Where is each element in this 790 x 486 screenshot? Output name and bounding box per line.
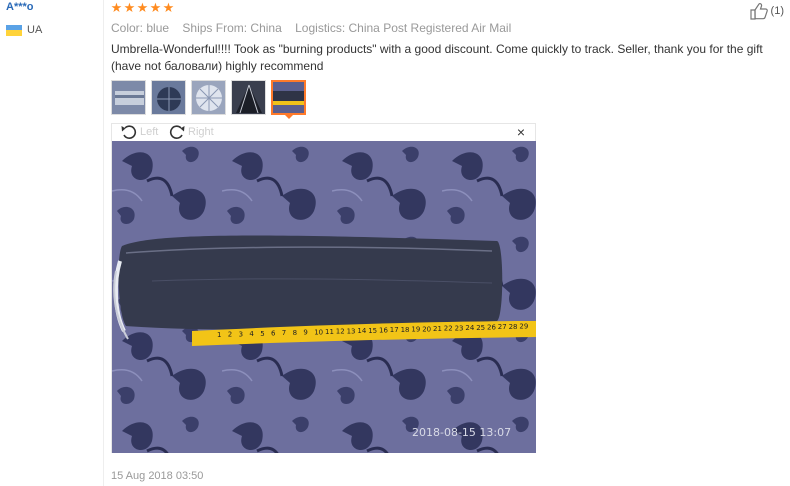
star-icon: ★ xyxy=(149,0,162,15)
thumbnail-1[interactable] xyxy=(111,80,146,115)
ruler-tick-label: 11 xyxy=(325,328,334,336)
ruler-tick-label: 9 xyxy=(303,329,307,337)
viewer-toolbar: Left Right × xyxy=(112,124,535,141)
ruler-tick-label: 1 xyxy=(217,331,221,339)
rotate-right-icon xyxy=(169,125,185,139)
ruler-tick-label: 14 xyxy=(357,327,366,335)
ships-from-value: China xyxy=(250,21,282,35)
color-label: Color: xyxy=(111,21,144,35)
reviewer-panel: A***o UA xyxy=(0,0,104,486)
ruler-tick-label: 15 xyxy=(368,327,377,335)
ruler-tick-label: 21 xyxy=(433,325,442,333)
ruler-tick-label: 23 xyxy=(455,324,464,332)
rotate-right-label: Right xyxy=(188,126,214,138)
photo-timestamp: 2018-08-15 13:07 xyxy=(412,426,511,439)
thumbnail-4[interactable] xyxy=(231,80,266,115)
ukraine-flag-icon xyxy=(6,24,22,36)
star-rating: ★★★★★ xyxy=(110,0,175,16)
color-value: blue xyxy=(146,21,170,35)
thumbnail-3[interactable] xyxy=(191,80,226,115)
ruler-tick-label: 13 xyxy=(347,327,356,335)
ruler-tick-label: 12 xyxy=(336,328,345,336)
thumbnail-2[interactable] xyxy=(151,80,186,115)
order-meta: Color: blue Ships From: China Logistics:… xyxy=(111,21,521,35)
rotate-left-button[interactable]: Left xyxy=(120,124,158,140)
rotate-left-icon xyxy=(121,125,137,139)
photo-viewer: Left Right × 1 2 3 4 5 6 7 8 9 10 11 12 … xyxy=(111,123,536,453)
star-icon: ★ xyxy=(136,0,149,15)
star-icon: ★ xyxy=(123,0,136,15)
helpful-count: (1) xyxy=(770,5,784,17)
ruler-tick-label: 20 xyxy=(422,325,431,333)
logistics-value: China Post Registered Air Mail xyxy=(348,21,512,35)
star-icon: ★ xyxy=(110,0,123,15)
umbrella-photo: 1 2 3 4 5 6 7 8 9 10 11 12 13 14 15 16 17 18 19 20 21 22 23 24 2… xyxy=(112,141,536,453)
rotate-right-button[interactable]: Right xyxy=(168,124,214,140)
ruler-tick-label: 7 xyxy=(282,329,286,337)
ruler-tick-label: 19 xyxy=(411,326,420,334)
star-icon: ★ xyxy=(162,0,175,15)
selected-thumbnail-indicator xyxy=(284,114,294,119)
ruler-tick-label: 10 xyxy=(314,328,323,336)
ruler-tick-label: 29 xyxy=(519,323,528,331)
helpful-button[interactable]: (1) xyxy=(749,2,784,20)
ships-from-label: Ships From: xyxy=(182,21,248,35)
review-date: 15 Aug 2018 03:50 xyxy=(111,470,204,482)
photo-thumbnails xyxy=(111,80,311,115)
ruler-tick-label: 26 xyxy=(487,324,496,332)
ruler-tick-label: 27 xyxy=(498,323,507,331)
reviewer-country: UA xyxy=(6,24,42,36)
close-icon[interactable]: × xyxy=(517,125,525,139)
rotate-left-label: Left xyxy=(140,126,159,138)
ruler-tick-label: 18 xyxy=(401,326,410,334)
ruler-tick-label: 25 xyxy=(476,324,485,332)
ruler-tick-label: 5 xyxy=(260,330,264,338)
ruler-tick-label: 6 xyxy=(271,330,276,338)
review-photo: 1 2 3 4 5 6 7 8 9 10 11 12 13 14 15 16 17 18 19 20 21 22 23 24 2… xyxy=(112,141,536,453)
review-text: Umbrella-Wonderful!!!! Took as "burning … xyxy=(111,42,763,73)
ruler-tick-label: 28 xyxy=(509,323,518,331)
ruler-tick-label: 4 xyxy=(249,330,254,338)
thumbs-up-icon xyxy=(749,3,768,20)
ruler-tick-label: 3 xyxy=(239,330,243,338)
ruler-tick-label: 24 xyxy=(465,324,474,332)
reviewer-name[interactable]: A***o xyxy=(6,1,34,13)
thumbnail-5-selected[interactable] xyxy=(271,80,306,115)
country-code: UA xyxy=(27,24,43,36)
ruler-tick-label: 2 xyxy=(228,331,232,339)
ruler-tick-label: 22 xyxy=(444,325,453,333)
ruler-tick-label: 8 xyxy=(293,329,297,337)
ruler-tick-label: 17 xyxy=(390,326,399,334)
ruler-tick-label: 16 xyxy=(379,327,388,335)
logistics-label: Logistics: xyxy=(295,21,346,35)
